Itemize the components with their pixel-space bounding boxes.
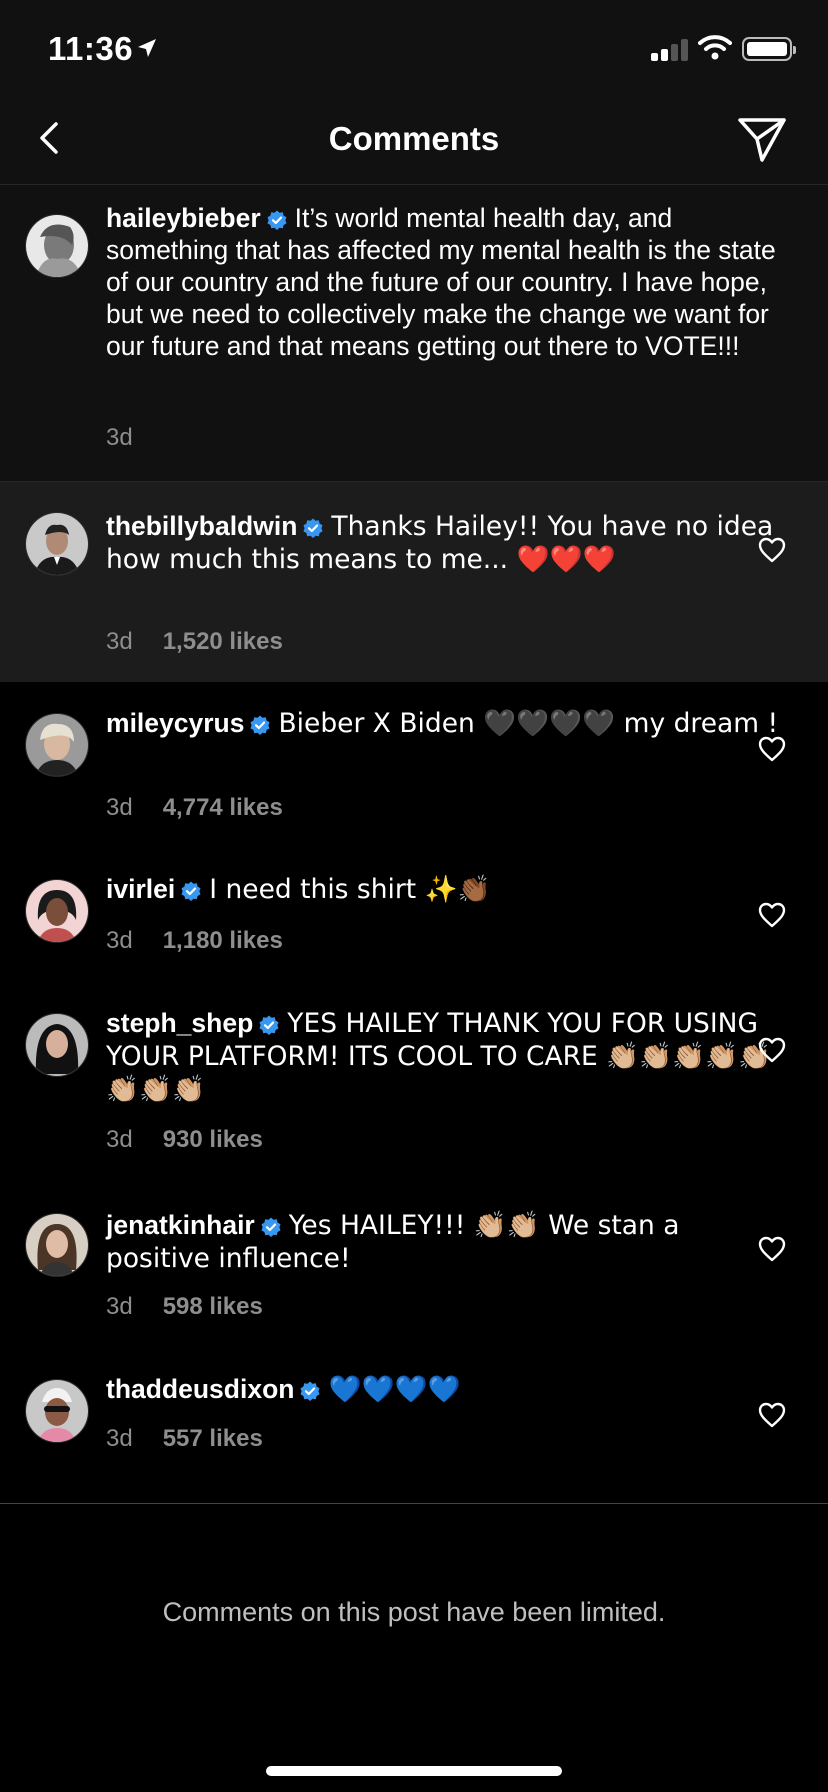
comment-meta: 3d 1,180 likes [106, 927, 283, 955]
comment-text: I need this shirt ✨👏🏾 [209, 874, 491, 905]
comment-text-block: mileycyrus Bieber X Biden 🖤🖤🖤🖤 my dream ! [106, 707, 782, 740]
comment-row: thaddeusdixon 💙💙💙💙 3d 557 likes [0, 1347, 828, 1502]
like-button[interactable] [758, 1236, 786, 1262]
comment-time: 3d [106, 927, 133, 954]
comment-username[interactable]: ivirlei [106, 874, 175, 904]
comment-time: 3d [106, 1425, 133, 1452]
comment-username[interactable]: mileycyrus [106, 708, 244, 738]
like-button[interactable] [758, 736, 786, 762]
verified-badge-icon [250, 715, 270, 735]
comment-likes[interactable]: 1,520 likes [163, 628, 283, 655]
avatar[interactable] [25, 1213, 89, 1277]
comment-text-block: steph_shep YES HAILEY THANK YOU FOR USING… [106, 1007, 782, 1106]
comment-likes[interactable]: 930 likes [163, 1126, 263, 1153]
location-arrow-icon [138, 39, 156, 57]
heart-outline-icon [758, 1037, 786, 1063]
divider [0, 1503, 828, 1504]
caption-meta: 3d [106, 424, 133, 452]
send-button[interactable] [736, 114, 788, 164]
heart-outline-icon [758, 1402, 786, 1428]
status-time: 11:36 [48, 30, 134, 67]
comment-meta: 3d 930 likes [106, 1126, 263, 1154]
comment-time: 3d [106, 794, 133, 821]
comment-row: jenatkinhair Yes HAILEY!!! 👏🏼👏🏼 We stan a… [0, 1181, 828, 1346]
comment-likes[interactable]: 557 likes [163, 1425, 263, 1452]
battery-icon [742, 37, 796, 61]
post-caption: haileybieber It’s world mental health day… [0, 185, 828, 482]
caption-username[interactable]: haileybieber [106, 203, 261, 233]
comment-text-block: thaddeusdixon 💙💙💙💙 [106, 1373, 782, 1406]
comment-likes[interactable]: 1,180 likes [163, 927, 283, 954]
like-button[interactable] [758, 537, 786, 563]
heart-outline-icon [758, 1236, 786, 1262]
heart-outline-icon [758, 537, 786, 563]
home-indicator[interactable] [266, 1766, 562, 1776]
comment-text: Bieber X Biden 🖤🖤🖤🖤 my dream ! [278, 708, 779, 739]
comment-meta: 3d 557 likes [106, 1425, 263, 1453]
page-title: Comments [328, 120, 500, 157]
heart-outline-icon [758, 736, 786, 762]
comment-username[interactable]: jenatkinhair [106, 1210, 255, 1240]
wifi-icon [698, 35, 732, 60]
comment-row: steph_shep YES HAILEY THANK YOU FOR USING… [0, 983, 828, 1180]
verified-badge-icon [259, 1015, 279, 1035]
comment-time: 3d [106, 1293, 133, 1320]
cellular-signal-icon [651, 37, 691, 61]
comments-limited-notice: Comments on this post have been limited. [162, 1597, 666, 1627]
avatar[interactable] [25, 713, 89, 777]
caption-time: 3d [106, 424, 133, 451]
like-button[interactable] [758, 1402, 786, 1428]
avatar[interactable] [25, 879, 89, 943]
paper-plane-icon [738, 118, 786, 162]
like-button[interactable] [758, 902, 786, 928]
avatar[interactable] [25, 1379, 89, 1443]
verified-badge-icon [267, 210, 287, 230]
avatar[interactable] [25, 1013, 89, 1077]
status-bar: 11:36 [0, 0, 828, 100]
caption-text-block: haileybieber It’s world mental health day… [106, 202, 796, 362]
comment-text-block: jenatkinhair Yes HAILEY!!! 👏🏼👏🏼 We stan a… [106, 1209, 782, 1275]
verified-badge-icon [181, 881, 201, 901]
comment-likes[interactable]: 4,774 likes [163, 794, 283, 821]
comment-time: 3d [106, 1126, 133, 1153]
comment-row: thebillybaldwin Thanks Hailey!! You have … [0, 482, 828, 682]
like-button[interactable] [758, 1037, 786, 1063]
comment-meta: 3d 4,774 likes [106, 794, 283, 822]
comment-text-block: ivirlei I need this shirt ✨👏🏾 [106, 873, 782, 906]
comment-username[interactable]: thebillybaldwin [106, 511, 297, 541]
comment-username[interactable]: thaddeusdixon [106, 1374, 294, 1404]
comment-text: 💙💙💙💙 [328, 1374, 461, 1405]
verified-badge-icon [261, 1217, 281, 1237]
verified-badge-icon [300, 1381, 320, 1401]
avatar[interactable] [25, 512, 89, 576]
comment-time: 3d [106, 628, 133, 655]
comment-row: ivirlei I need this shirt ✨👏🏾 3d 1,180 lik… [0, 849, 828, 982]
comment-likes[interactable]: 598 likes [163, 1293, 263, 1320]
header: Comments [0, 100, 828, 185]
comment-text-block: thebillybaldwin Thanks Hailey!! You have … [106, 510, 782, 576]
comment-username[interactable]: steph_shep [106, 1008, 253, 1038]
comment-meta: 3d 1,520 likes [106, 628, 283, 656]
avatar[interactable] [25, 214, 89, 278]
comment-row: mileycyrus Bieber X Biden 🖤🖤🖤🖤 my dream !… [0, 683, 828, 848]
heart-outline-icon [758, 902, 786, 928]
verified-badge-icon [303, 518, 323, 538]
comment-meta: 3d 598 likes [106, 1293, 263, 1321]
